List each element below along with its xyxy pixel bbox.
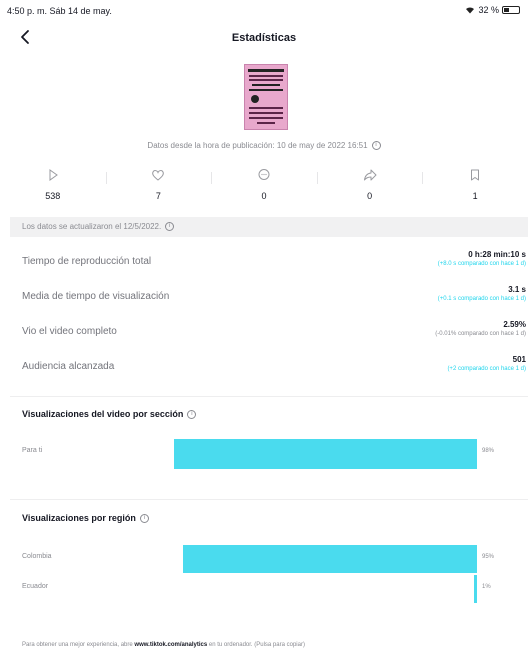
wifi-icon bbox=[466, 7, 475, 14]
bar-label: Ecuador bbox=[22, 583, 49, 590]
section-title-text: Visualizaciones por región bbox=[22, 513, 136, 523]
data-updated-text: Los datos se actualizaron el 12/5/2022. bbox=[22, 222, 162, 231]
stat-delta: (-0.01% comparado con hace 1 d) bbox=[435, 331, 526, 337]
bookmark-icon bbox=[471, 169, 480, 181]
footer-text: en tu ordenador. (Pulsa para copiar) bbox=[207, 642, 305, 648]
status-time: 4:50 p. m. Sáb 14 de may. bbox=[7, 6, 112, 16]
stat-value: 3.1 s bbox=[508, 285, 526, 294]
analytics-footer[interactable]: Para obtener una mejor experiencia, abre… bbox=[22, 642, 305, 648]
bar-track bbox=[168, 439, 477, 469]
stat-reached-audience: Audiencia alcanzada 501 (+2 comparado co… bbox=[22, 355, 528, 389]
section-title-text: Visualizaciones del video por sección bbox=[22, 409, 184, 419]
bar-track bbox=[168, 575, 477, 603]
info-icon[interactable]: i bbox=[139, 514, 149, 524]
divider bbox=[10, 396, 528, 397]
bar-label: Para ti bbox=[22, 447, 43, 454]
metric-value: 7 bbox=[155, 191, 161, 201]
stat-delta: (+2 comparado con hace 1 d) bbox=[447, 366, 526, 372]
bar-fill bbox=[473, 575, 477, 603]
info-icon[interactable]: i bbox=[165, 222, 175, 232]
stat-total-play-time: Tiempo de reproducción total 0 h:28 min:… bbox=[22, 250, 528, 284]
metric-plays: 538 bbox=[0, 166, 106, 206]
bar-percent: 1% bbox=[482, 584, 491, 590]
battery-icon bbox=[502, 6, 520, 14]
stat-label: Vio el video completo bbox=[22, 326, 117, 337]
status-bar: 4:50 p. m. Sáb 14 de may. 32 % bbox=[0, 0, 528, 24]
battery-percent: 32 % bbox=[478, 5, 499, 15]
bar-row-ecuador: Ecuador 1% bbox=[0, 575, 528, 603]
divider bbox=[10, 499, 528, 500]
status-indicators: 32 % bbox=[465, 5, 520, 15]
bar-percent: 95% bbox=[482, 554, 495, 560]
bar-fill bbox=[183, 545, 477, 573]
publication-date: Datos desde la hora de publicación: 10 d… bbox=[0, 141, 528, 151]
bar-label: Colombia bbox=[22, 553, 52, 560]
stat-label: Audiencia alcanzada bbox=[22, 361, 115, 372]
info-icon[interactable]: i bbox=[371, 141, 381, 151]
share-icon bbox=[363, 169, 377, 181]
data-updated-banner: Los datos se actualizaron el 12/5/2022. i bbox=[10, 217, 528, 237]
info-icon[interactable]: i bbox=[187, 410, 197, 420]
stat-delta: (+8.0 s comparado con hace 1 d) bbox=[437, 261, 526, 267]
bar-row-para-ti: Para ti 98% bbox=[0, 439, 528, 469]
metric-value: 1 bbox=[472, 191, 478, 201]
stat-value: 0 h:28 min:10 s bbox=[468, 250, 526, 259]
section-views-title: Visualizaciones del video por sección i bbox=[22, 409, 197, 420]
stat-delta: (+0.1 s comparado con hace 1 d) bbox=[437, 296, 526, 302]
bar-track bbox=[168, 545, 477, 573]
publication-date-text: Datos desde la hora de publicación: 10 d… bbox=[147, 141, 368, 150]
stat-watched-full-video: Vio el video completo 2.59% (-0.01% comp… bbox=[22, 320, 528, 354]
analytics-link[interactable]: www.tiktok.com/analytics bbox=[134, 642, 207, 648]
bar-fill bbox=[174, 439, 477, 469]
stat-average-watch-time: Media de tiempo de visualización 3.1 s (… bbox=[22, 285, 528, 319]
metric-value: 0 bbox=[261, 191, 267, 201]
play-icon bbox=[49, 169, 58, 181]
footer-text: Para obtener una mejor experiencia, abre bbox=[22, 642, 135, 648]
bar-row-colombia: Colombia 95% bbox=[0, 545, 528, 573]
stat-label: Tiempo de reproducción total bbox=[22, 256, 152, 267]
section-regions-title: Visualizaciones por región i bbox=[22, 513, 149, 524]
comment-icon bbox=[258, 169, 270, 180]
stat-label: Media de tiempo de visualización bbox=[22, 291, 170, 302]
nav-bar: Estadísticas bbox=[0, 26, 528, 50]
metric-value: 0 bbox=[367, 191, 373, 201]
page-title: Estadísticas bbox=[231, 32, 297, 44]
metric-saves: 1 bbox=[422, 166, 528, 206]
bar-percent: 98% bbox=[482, 448, 495, 454]
metric-likes: 7 bbox=[105, 166, 212, 206]
stat-value: 2.59% bbox=[503, 320, 526, 329]
engagement-metrics: 538 7 0 0 1 bbox=[0, 166, 528, 206]
heart-icon bbox=[152, 170, 165, 181]
video-thumbnail[interactable] bbox=[244, 64, 288, 130]
metric-comments: 0 bbox=[211, 166, 317, 206]
metric-shares: 0 bbox=[316, 166, 423, 206]
metric-value: 538 bbox=[45, 191, 61, 201]
stat-value: 501 bbox=[512, 355, 526, 364]
